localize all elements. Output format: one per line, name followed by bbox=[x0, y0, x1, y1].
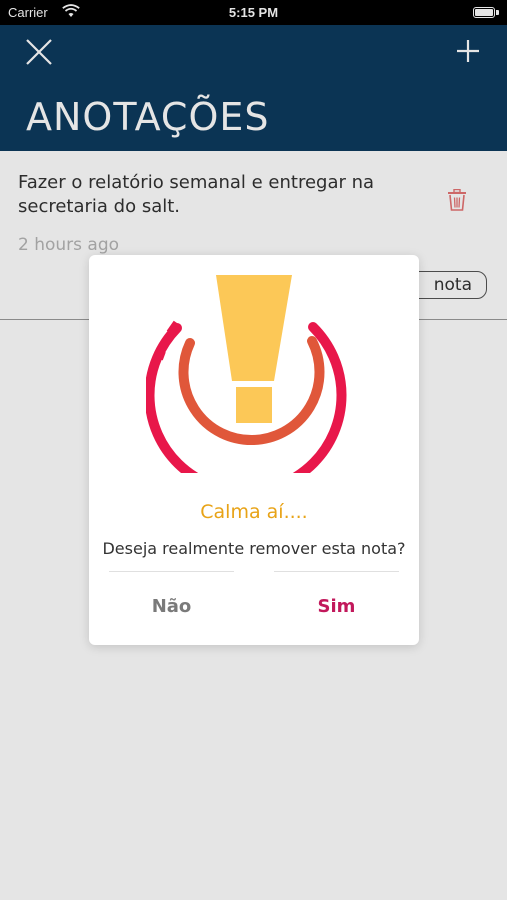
confirm-button[interactable]: Sim bbox=[284, 589, 389, 625]
confirm-dialog: Calma aí.... Deseja realmente remover es… bbox=[89, 255, 419, 645]
divider bbox=[274, 571, 399, 572]
cancel-button[interactable]: Não bbox=[119, 589, 224, 625]
dialog-message: Deseja realmente remover esta nota? bbox=[102, 539, 406, 558]
warning-exclamation-icon bbox=[144, 273, 362, 497]
app-screen: Carrier 5:15 PM ANOTAÇÕES Fazer o relató… bbox=[0, 0, 507, 900]
dialog-title: Calma aí.... bbox=[200, 501, 308, 523]
modal-overlay[interactable]: Calma aí.... Deseja realmente remover es… bbox=[0, 0, 507, 900]
divider bbox=[109, 571, 234, 572]
